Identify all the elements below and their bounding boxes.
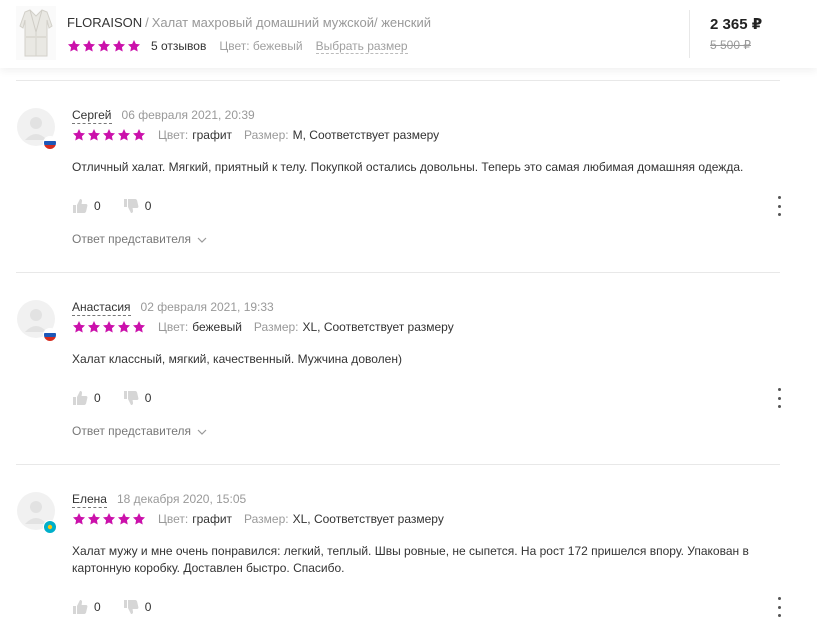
review-author[interactable]: Анастасия — [72, 300, 131, 316]
review-author[interactable]: Елена — [72, 492, 107, 508]
star-icon — [102, 512, 116, 526]
star-icon — [132, 320, 146, 334]
russia-flag-icon — [44, 137, 56, 149]
review-header: Елена 18 декабря 2020, 15:05 — [72, 492, 247, 508]
review-actions: 0 0 — [72, 388, 151, 408]
review-rating-stars — [72, 320, 146, 334]
current-price: 2 365 ₽ — [710, 16, 763, 33]
review-meta: Цвет: бежевый Размер: XL, Соответствует ра… — [72, 318, 454, 336]
divider — [16, 80, 780, 81]
star-icon — [72, 512, 86, 526]
product-name: Халат махровый домашний мужской/ женский — [151, 15, 432, 30]
dislikes-count: 0 — [144, 199, 152, 213]
thumbs-up-icon[interactable] — [72, 198, 88, 214]
review-date: 02 февраля 2021, 19:33 — [140, 300, 274, 314]
brand-name: FLORAISON — [67, 15, 143, 30]
star-icon — [102, 320, 116, 334]
review-card: Сергей 06 февраля 2021, 20:39 Цвет: графит… — [0, 108, 817, 258]
color-value: графит — [192, 512, 233, 526]
star-icon — [87, 320, 101, 334]
product-rating-stars — [67, 39, 141, 53]
old-price: 5 500 ₽ — [710, 38, 751, 52]
star-icon — [82, 39, 96, 53]
divider — [16, 272, 780, 273]
review-header: Анастасия 02 февраля 2021, 19:33 — [72, 300, 274, 316]
review-actions: 0 0 — [72, 597, 151, 617]
thumbs-down-icon[interactable] — [123, 198, 139, 214]
product-header: FLORAISON / Халат махровый домашний мужско… — [0, 0, 817, 68]
russia-flag-icon — [44, 329, 56, 341]
color-value: графит — [192, 128, 233, 142]
star-icon — [97, 39, 111, 53]
color-label: Цвет: — [158, 128, 189, 142]
thumbs-up-icon[interactable] — [72, 390, 88, 406]
review-text: Халат классный, мягкий, качественный. Му… — [72, 352, 402, 366]
color-value: бежевый — [192, 320, 242, 334]
star-icon — [102, 128, 116, 142]
chevron-down-icon — [197, 424, 207, 438]
review-date: 06 февраля 2021, 20:39 — [121, 108, 255, 122]
star-icon — [87, 128, 101, 142]
review-header: Сергей 06 февраля 2021, 20:39 — [72, 108, 255, 124]
chevron-down-icon — [197, 232, 207, 246]
likes-count: 0 — [94, 199, 101, 213]
color-label: Цвет: — [158, 320, 189, 334]
avatar — [17, 300, 56, 341]
dislikes-count: 0 — [144, 600, 152, 614]
size-value: XL, Соответствует размеру — [302, 320, 454, 334]
review-rating-stars — [72, 512, 146, 526]
star-icon — [117, 128, 131, 142]
size-label: Размер: — [253, 320, 299, 334]
review-date: 18 декабря 2020, 15:05 — [116, 492, 247, 506]
size-value: M, Соответствует размеру — [292, 128, 440, 142]
seller-answer-toggle[interactable]: Ответ представителя — [72, 232, 207, 246]
star-icon — [132, 128, 146, 142]
size-label: Размер: — [244, 128, 289, 142]
star-icon — [67, 39, 81, 53]
reviews-count[interactable]: 5 отзывов — [151, 39, 206, 53]
review-text: Халат мужу и мне очень понравился: легки… — [72, 544, 749, 575]
star-icon — [117, 320, 131, 334]
seller-answer-toggle[interactable]: Ответ представителя — [72, 424, 207, 438]
avatar — [17, 492, 56, 533]
product-color: Цвет: бежевый — [219, 39, 303, 53]
title-separator: / — [145, 15, 149, 30]
product-title[interactable]: FLORAISON / Халат махровый домашний мужско… — [67, 15, 431, 30]
review-text: Отличный халат. Мягкий, приятный к телу.… — [72, 160, 744, 174]
size-label: Размер: — [244, 512, 289, 526]
review-card: Анастасия 02 февраля 2021, 19:33 Цвет: беж… — [0, 300, 817, 450]
review-meta: Цвет: графит Размер: M, Соответствует разм… — [72, 126, 439, 144]
divider — [16, 464, 780, 465]
review-meta: Цвет: графит Размер: XL, Соответствует раз… — [72, 510, 444, 528]
star-icon — [72, 128, 86, 142]
star-icon — [132, 512, 146, 526]
seller-answer-label: Ответ представителя — [72, 424, 192, 438]
star-icon — [87, 512, 101, 526]
likes-count: 0 — [94, 391, 101, 405]
product-meta: 5 отзывов Цвет: бежевый Выбрать размер — [67, 37, 408, 55]
star-icon — [117, 512, 131, 526]
star-icon — [72, 320, 86, 334]
more-options-icon[interactable] — [773, 388, 785, 408]
star-icon — [112, 39, 126, 53]
star-icon — [127, 39, 141, 53]
likes-count: 0 — [94, 600, 101, 614]
avatar — [17, 108, 56, 149]
review-actions: 0 0 — [72, 196, 151, 216]
kazakhstan-flag-icon — [44, 521, 56, 533]
review-author[interactable]: Сергей — [72, 108, 112, 124]
header-divider — [689, 10, 690, 58]
choose-size-link[interactable]: Выбрать размер — [315, 39, 408, 54]
more-options-icon[interactable] — [773, 597, 785, 617]
product-thumbnail[interactable] — [16, 6, 56, 60]
color-label: Цвет: — [158, 512, 189, 526]
review-card: Елена 18 декабря 2020, 15:05 Цвет: графит … — [0, 492, 817, 617]
size-value: XL, Соответствует размеру — [292, 512, 444, 526]
seller-answer-label: Ответ представителя — [72, 232, 192, 246]
more-options-icon[interactable] — [773, 196, 785, 216]
review-rating-stars — [72, 128, 146, 142]
thumbs-down-icon[interactable] — [123, 390, 139, 406]
dislikes-count: 0 — [144, 391, 152, 405]
